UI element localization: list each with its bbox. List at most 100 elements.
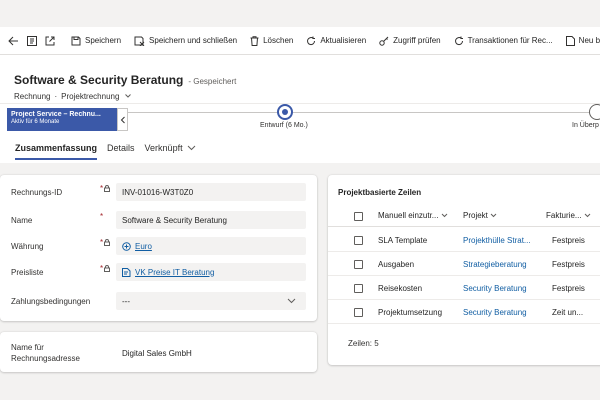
tab-related[interactable]: Verknüpft: [145, 133, 196, 163]
chevron-down-icon: [124, 94, 131, 98]
tab-related-label: Verknüpft: [144, 143, 183, 153]
currency-icon: [122, 241, 131, 251]
field-label: Währung: [11, 241, 44, 251]
cell-project-link[interactable]: Strategieberatung: [463, 260, 539, 269]
field-label: Zahlungsbedingungen: [11, 296, 91, 306]
lock-icon: [104, 239, 111, 246]
stage-current-marker[interactable]: [277, 104, 293, 120]
process-flyout-button[interactable]: Project Service – Rechnu... Aktiv für 6 …: [7, 108, 117, 131]
stage-current-label: Entwurf (6 Mo.): [260, 122, 308, 129]
form-selector-label: Projektrechnung: [61, 92, 120, 101]
payment-terms-select[interactable]: ---: [116, 292, 306, 310]
cell-billing: Festpreis: [552, 260, 585, 269]
table-row[interactable]: Projektumsetzung Security Beratung Zeit …: [328, 300, 600, 324]
refresh-button[interactable]: Aktualisieren: [306, 36, 366, 46]
required-lock-indicator: *: [100, 238, 111, 247]
tab-details[interactable]: Details: [107, 133, 135, 163]
pricelist-value: VK Preise IT Beratung: [135, 267, 215, 277]
key-icon: [379, 36, 389, 46]
name-field: Name * Software & Security Beratung: [0, 210, 317, 230]
column-header-project[interactable]: Projekt: [463, 211, 497, 220]
field-label: Name: [11, 215, 33, 225]
required-lock-indicator: *: [100, 184, 111, 193]
cell-name: Projektumsetzung: [378, 308, 443, 317]
process-duration: Aktiv für 6 Monate: [11, 119, 60, 125]
chevron-down-icon: [187, 145, 195, 151]
refresh-icon: [307, 36, 316, 45]
form-view-icon[interactable]: [27, 34, 37, 48]
lock-icon: [104, 265, 111, 272]
table-row[interactable]: Ausgaben Strategieberatung Festpreis: [328, 252, 600, 276]
field-label: Preisliste: [11, 267, 44, 277]
table-row[interactable]: SLA Template Projekthülle Strat... Festp…: [328, 228, 600, 252]
invoice-id-input[interactable]: INV-01016-W3T0Z0: [116, 183, 306, 201]
chevron-left-icon: [120, 116, 125, 123]
save-icon: [71, 36, 81, 45]
save-close-icon: [134, 36, 145, 46]
process-line: [128, 112, 600, 113]
tab-summary[interactable]: Zusammenfassung: [15, 133, 98, 163]
business-process-flow: Project Service – Rechnu... Aktiv für 6 …: [0, 103, 600, 133]
pricelist-field: Preisliste * VK Preise IT Beratung: [0, 262, 317, 282]
cell-billing: Festpreis: [552, 236, 585, 245]
select-all-checkbox[interactable]: [354, 212, 363, 221]
save-button[interactable]: Speichern: [71, 36, 121, 46]
price-list-icon: [122, 267, 131, 277]
record-header: Software & Security Beratung - Gespeiche…: [0, 55, 600, 103]
stage-next-label: In Überp: [572, 122, 599, 129]
cell-name: Ausgaben: [378, 260, 415, 269]
stage-next-marker[interactable]: [589, 104, 600, 120]
process-name: Project Service – Rechnu...: [11, 111, 101, 118]
entity-name: Rechnung: [14, 92, 51, 101]
row-checkbox[interactable]: [354, 308, 363, 317]
delete-button[interactable]: Löschen: [250, 35, 293, 46]
payment-terms-field: Zahlungsbedingungen ---: [0, 291, 317, 311]
document-icon: [565, 35, 575, 46]
billing-name-field: Name für Rechnungsadresse Digital Sales …: [0, 343, 317, 363]
cell-project-link[interactable]: Security Beratung: [463, 308, 539, 317]
row-checkbox[interactable]: [354, 284, 363, 293]
chevron-down-icon: [584, 213, 590, 218]
cell-name: Reisekosten: [378, 284, 423, 293]
column-header-manual[interactable]: Manuell einzutr...: [378, 211, 448, 220]
invoice-id-field: Rechnungs-ID * INV-01016-W3T0Z0: [0, 182, 317, 202]
chevron-down-icon: [287, 298, 296, 304]
summary-section: Rechnungs-ID * INV-01016-W3T0Z0 Name * S…: [0, 175, 317, 321]
name-input[interactable]: Software & Security Beratung: [116, 211, 306, 229]
payment-terms-value: ---: [122, 296, 130, 306]
form-selector[interactable]: Projektrechnung: [61, 92, 132, 101]
row-checkbox[interactable]: [354, 260, 363, 269]
cell-billing: Zeit un...: [552, 308, 584, 317]
cell-billing: Festpreis: [552, 284, 585, 293]
address-section: Name für Rechnungsadresse Digital Sales …: [0, 332, 317, 372]
column-header-billing[interactable]: Fakturie...: [546, 211, 591, 220]
chevron-down-icon: [442, 213, 448, 218]
refresh-icon: [454, 36, 463, 45]
form-tabs: Zusammenfassung Details Verknüpft: [0, 133, 600, 163]
new-button[interactable]: Neu be: [565, 35, 600, 46]
lock-icon: [104, 185, 111, 192]
table-row[interactable]: Reisekosten Security Beratung Festpreis: [328, 276, 600, 300]
back-arrow-icon[interactable]: [8, 34, 19, 48]
currency-field: Währung * Euro: [0, 236, 317, 256]
check-access-button[interactable]: Zugriff prüfen: [379, 36, 441, 46]
row-checkbox[interactable]: [354, 236, 363, 245]
open-new-window-icon[interactable]: [45, 34, 55, 48]
collapse-process-button[interactable]: [117, 108, 128, 131]
billing-name-input[interactable]: Digital Sales GmbH: [116, 344, 306, 362]
page-title: Software & Security Beratung: [14, 73, 184, 87]
cell-name: SLA Template: [378, 236, 428, 245]
separator-dot: ·: [54, 92, 58, 101]
grid-header-row: Manuell einzutr... Projekt Fakturie...: [328, 205, 600, 227]
currency-lookup[interactable]: Euro: [116, 237, 306, 255]
cell-project-link[interactable]: Projekthülle Strat...: [463, 236, 539, 245]
field-label: Rechnungs-ID: [11, 187, 63, 197]
currency-value: Euro: [135, 241, 152, 251]
required-lock-indicator: *: [100, 264, 111, 273]
transactions-button[interactable]: Transaktionen für Rec...: [454, 36, 553, 46]
cell-project-link[interactable]: Security Beratung: [463, 284, 539, 293]
save-status: - Gespeichert: [188, 77, 237, 86]
pricelist-lookup[interactable]: VK Preise IT Beratung: [116, 263, 306, 281]
chevron-down-icon: [490, 213, 497, 218]
save-and-close-button[interactable]: Speichern und schließen: [134, 36, 237, 46]
